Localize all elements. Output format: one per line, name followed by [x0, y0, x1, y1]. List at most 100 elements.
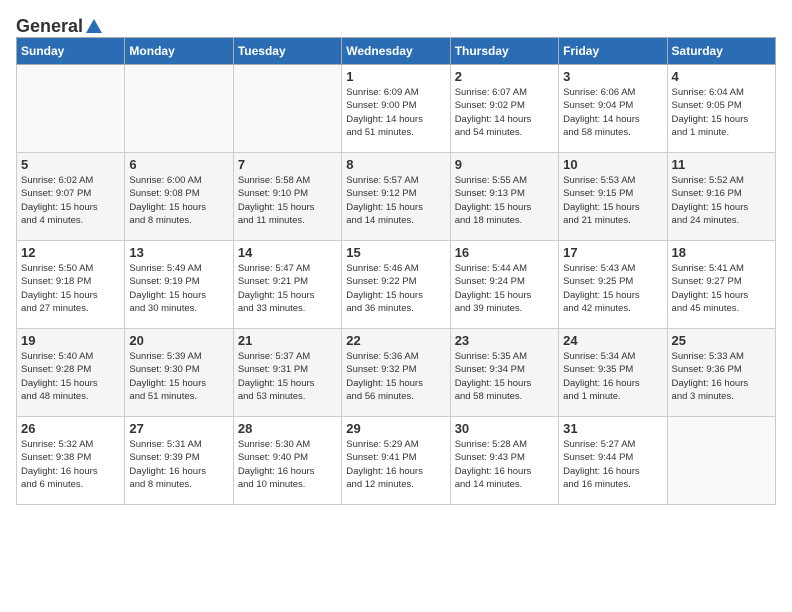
day-number: 29 — [346, 421, 445, 436]
day-detail: Sunrise: 6:06 AM Sunset: 9:04 PM Dayligh… — [563, 86, 662, 139]
day-number: 8 — [346, 157, 445, 172]
day-number: 12 — [21, 245, 120, 260]
day-cell-4: 4Sunrise: 6:04 AM Sunset: 9:05 PM Daylig… — [667, 65, 775, 153]
day-detail: Sunrise: 5:41 AM Sunset: 9:27 PM Dayligh… — [672, 262, 771, 315]
day-number: 23 — [455, 333, 554, 348]
day-cell-1: 1Sunrise: 6:09 AM Sunset: 9:00 PM Daylig… — [342, 65, 450, 153]
day-detail: Sunrise: 5:53 AM Sunset: 9:15 PM Dayligh… — [563, 174, 662, 227]
day-cell-24: 24 Sunrise: 5:34 AM Sunset: 9:35 PM Dayli… — [559, 329, 667, 417]
day-cell-13: 13 Sunrise: 5:49 AM Sunset: 9:19 PM Dayli… — [125, 241, 233, 329]
weekday-header-friday: Friday — [559, 38, 667, 65]
logo: General — [16, 16, 104, 33]
weekday-header-row: SundayMondayTuesdayWednesdayThursdayFrid… — [17, 38, 776, 65]
day-number: 1 — [346, 69, 445, 84]
day-cell-10: 10 Sunrise: 5:53 AM Sunset: 9:15 PM Dayli… — [559, 153, 667, 241]
day-detail: Sunrise: 5:52 AM Sunset: 9:16 PM Dayligh… — [672, 174, 771, 227]
day-cell-3: 3 Sunrise: 6:06 AM Sunset: 9:04 PM Daylig… — [559, 65, 667, 153]
day-detail: Sunrise: 5:27 AM Sunset: 9:44 PM Dayligh… — [563, 438, 662, 491]
week-row-1: 1Sunrise: 6:09 AM Sunset: 9:00 PM Daylig… — [17, 65, 776, 153]
day-detail: Sunrise: 5:28 AM Sunset: 9:43 PM Dayligh… — [455, 438, 554, 491]
day-number: 6 — [129, 157, 228, 172]
day-cell-28: 28 Sunrise: 5:30 AM Sunset: 9:40 PM Dayli… — [233, 417, 341, 505]
day-number: 20 — [129, 333, 228, 348]
week-row-2: 5 Sunrise: 6:02 AM Sunset: 9:07 PM Daylig… — [17, 153, 776, 241]
day-detail: Sunrise: 5:31 AM Sunset: 9:39 PM Dayligh… — [129, 438, 228, 491]
day-detail: Sunrise: 5:30 AM Sunset: 9:40 PM Dayligh… — [238, 438, 337, 491]
day-cell-18: 18Sunrise: 5:41 AM Sunset: 9:27 PM Dayli… — [667, 241, 775, 329]
day-number: 22 — [346, 333, 445, 348]
week-row-5: 26 Sunrise: 5:32 AM Sunset: 9:38 PM Dayli… — [17, 417, 776, 505]
day-cell-16: 16Sunrise: 5:44 AM Sunset: 9:24 PM Dayli… — [450, 241, 558, 329]
logo-icon — [84, 17, 104, 37]
calendar-table: SundayMondayTuesdayWednesdayThursdayFrid… — [16, 37, 776, 505]
weekday-header-saturday: Saturday — [667, 38, 775, 65]
header: General — [16, 16, 776, 33]
empty-cell — [667, 417, 775, 505]
day-detail: Sunrise: 5:37 AM Sunset: 9:31 PM Dayligh… — [238, 350, 337, 403]
day-number: 17 — [563, 245, 662, 260]
day-detail: Sunrise: 5:50 AM Sunset: 9:18 PM Dayligh… — [21, 262, 120, 315]
day-cell-15: 15Sunrise: 5:46 AM Sunset: 9:22 PM Dayli… — [342, 241, 450, 329]
day-number: 2 — [455, 69, 554, 84]
week-row-3: 12 Sunrise: 5:50 AM Sunset: 9:18 PM Dayli… — [17, 241, 776, 329]
day-cell-30: 30 Sunrise: 5:28 AM Sunset: 9:43 PM Dayli… — [450, 417, 558, 505]
day-detail: Sunrise: 6:02 AM Sunset: 9:07 PM Dayligh… — [21, 174, 120, 227]
week-row-4: 19 Sunrise: 5:40 AM Sunset: 9:28 PM Dayli… — [17, 329, 776, 417]
empty-cell — [17, 65, 125, 153]
day-detail: Sunrise: 5:33 AM Sunset: 9:36 PM Dayligh… — [672, 350, 771, 403]
day-number: 27 — [129, 421, 228, 436]
day-cell-5: 5 Sunrise: 6:02 AM Sunset: 9:07 PM Daylig… — [17, 153, 125, 241]
day-detail: Sunrise: 6:07 AM Sunset: 9:02 PM Dayligh… — [455, 86, 554, 139]
day-cell-14: 14 Sunrise: 5:47 AM Sunset: 9:21 PM Dayli… — [233, 241, 341, 329]
day-detail: Sunrise: 5:32 AM Sunset: 9:38 PM Dayligh… — [21, 438, 120, 491]
day-cell-25: 25 Sunrise: 5:33 AM Sunset: 9:36 PM Dayli… — [667, 329, 775, 417]
day-number: 14 — [238, 245, 337, 260]
day-number: 11 — [672, 157, 771, 172]
day-cell-19: 19 Sunrise: 5:40 AM Sunset: 9:28 PM Dayli… — [17, 329, 125, 417]
day-cell-2: 2 Sunrise: 6:07 AM Sunset: 9:02 PM Daylig… — [450, 65, 558, 153]
weekday-header-thursday: Thursday — [450, 38, 558, 65]
day-cell-8: 8 Sunrise: 5:57 AM Sunset: 9:12 PM Daylig… — [342, 153, 450, 241]
day-cell-9: 9Sunrise: 5:55 AM Sunset: 9:13 PM Daylig… — [450, 153, 558, 241]
logo-general: General — [16, 16, 83, 37]
day-number: 21 — [238, 333, 337, 348]
day-number: 30 — [455, 421, 554, 436]
day-cell-22: 22 Sunrise: 5:36 AM Sunset: 9:32 PM Dayli… — [342, 329, 450, 417]
day-cell-11: 11 Sunrise: 5:52 AM Sunset: 9:16 PM Dayli… — [667, 153, 775, 241]
day-cell-7: 7Sunrise: 5:58 AM Sunset: 9:10 PM Daylig… — [233, 153, 341, 241]
day-detail: Sunrise: 5:36 AM Sunset: 9:32 PM Dayligh… — [346, 350, 445, 403]
day-number: 16 — [455, 245, 554, 260]
day-cell-21: 21 Sunrise: 5:37 AM Sunset: 9:31 PM Dayli… — [233, 329, 341, 417]
day-detail: Sunrise: 5:47 AM Sunset: 9:21 PM Dayligh… — [238, 262, 337, 315]
day-cell-31: 31 Sunrise: 5:27 AM Sunset: 9:44 PM Dayli… — [559, 417, 667, 505]
day-number: 10 — [563, 157, 662, 172]
day-number: 25 — [672, 333, 771, 348]
day-detail: Sunrise: 5:43 AM Sunset: 9:25 PM Dayligh… — [563, 262, 662, 315]
day-number: 5 — [21, 157, 120, 172]
weekday-header-monday: Monday — [125, 38, 233, 65]
day-detail: Sunrise: 6:00 AM Sunset: 9:08 PM Dayligh… — [129, 174, 228, 227]
day-detail: Sunrise: 5:29 AM Sunset: 9:41 PM Dayligh… — [346, 438, 445, 491]
day-detail: Sunrise: 5:35 AM Sunset: 9:34 PM Dayligh… — [455, 350, 554, 403]
day-detail: Sunrise: 5:57 AM Sunset: 9:12 PM Dayligh… — [346, 174, 445, 227]
day-number: 31 — [563, 421, 662, 436]
day-cell-12: 12 Sunrise: 5:50 AM Sunset: 9:18 PM Dayli… — [17, 241, 125, 329]
weekday-header-sunday: Sunday — [17, 38, 125, 65]
day-detail: Sunrise: 5:34 AM Sunset: 9:35 PM Dayligh… — [563, 350, 662, 403]
day-number: 24 — [563, 333, 662, 348]
day-number: 3 — [563, 69, 662, 84]
day-detail: Sunrise: 6:04 AM Sunset: 9:05 PM Dayligh… — [672, 86, 771, 139]
day-number: 9 — [455, 157, 554, 172]
day-number: 19 — [21, 333, 120, 348]
day-detail: Sunrise: 5:40 AM Sunset: 9:28 PM Dayligh… — [21, 350, 120, 403]
day-number: 28 — [238, 421, 337, 436]
day-number: 26 — [21, 421, 120, 436]
day-number: 7 — [238, 157, 337, 172]
day-number: 15 — [346, 245, 445, 260]
empty-cell — [233, 65, 341, 153]
day-cell-6: 6 Sunrise: 6:00 AM Sunset: 9:08 PM Daylig… — [125, 153, 233, 241]
day-number: 13 — [129, 245, 228, 260]
day-detail: Sunrise: 5:49 AM Sunset: 9:19 PM Dayligh… — [129, 262, 228, 315]
day-cell-26: 26 Sunrise: 5:32 AM Sunset: 9:38 PM Dayli… — [17, 417, 125, 505]
day-cell-27: 27 Sunrise: 5:31 AM Sunset: 9:39 PM Dayli… — [125, 417, 233, 505]
